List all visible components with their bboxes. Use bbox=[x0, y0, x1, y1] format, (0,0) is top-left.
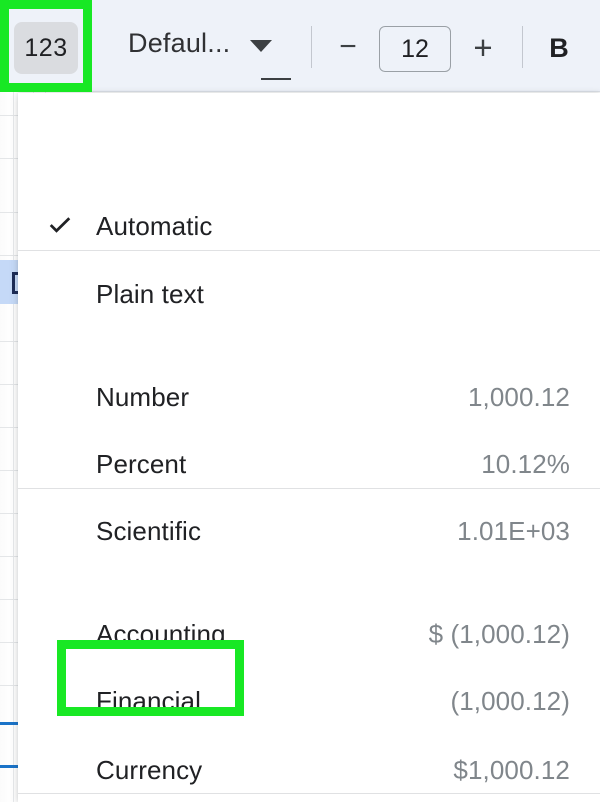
menu-item-label: Automatic bbox=[96, 211, 213, 242]
menu-item-accounting[interactable]: Accounting $ (1,000.12) bbox=[18, 606, 600, 662]
toolbar-divider bbox=[522, 26, 523, 68]
menu-item-number[interactable]: Number 1,000.12 bbox=[18, 369, 600, 425]
menu-item-example: 1,000.12 bbox=[468, 382, 570, 413]
menu-item-example: $ (1,000.12) bbox=[429, 619, 570, 650]
menu-item-label: Accounting bbox=[96, 619, 226, 650]
toolbar-bottom-edge bbox=[0, 91, 600, 92]
menu-item-plain-text[interactable]: Plain text bbox=[18, 266, 600, 322]
menu-divider bbox=[18, 793, 600, 794]
menu-item-currency[interactable]: Currency $1,000.12 bbox=[18, 742, 600, 798]
menu-item-percent[interactable]: Percent 10.12% bbox=[18, 436, 600, 492]
row-header-gutter bbox=[0, 92, 12, 802]
chevron-down-icon bbox=[250, 40, 272, 52]
menu-item-label: Percent bbox=[96, 449, 186, 480]
number-format-button[interactable]: 123 bbox=[14, 22, 78, 74]
menu-item-label: Currency bbox=[96, 755, 202, 786]
increase-font-size-button[interactable]: + bbox=[465, 32, 501, 62]
menu-item-financial[interactable]: Financial (1,000.12) bbox=[18, 673, 600, 729]
font-picker-underline bbox=[261, 78, 291, 80]
number-format-menu: Automatic Plain text Number 1,000.12 Per… bbox=[18, 93, 600, 802]
font-family-label: Defaul... bbox=[128, 28, 230, 59]
toolbar-divider bbox=[311, 26, 312, 68]
menu-divider bbox=[18, 250, 600, 251]
font-size-input[interactable]: 12 bbox=[379, 26, 451, 72]
toolbar: 123 Defaul... − 12 + B bbox=[0, 0, 600, 92]
menu-item-automatic[interactable]: Automatic bbox=[18, 198, 600, 254]
menu-item-label: Number bbox=[96, 382, 189, 413]
font-family-picker[interactable]: Defaul... bbox=[128, 28, 272, 59]
menu-item-label: Financial bbox=[96, 686, 201, 717]
menu-item-label: Scientific bbox=[96, 516, 201, 547]
bold-button[interactable]: B bbox=[542, 30, 576, 66]
menu-item-example: (1,000.12) bbox=[450, 686, 570, 717]
menu-item-label: Plain text bbox=[96, 279, 204, 310]
sheet-column-line bbox=[13, 92, 14, 802]
menu-item-example: 10.12% bbox=[481, 449, 570, 480]
menu-item-scientific[interactable]: Scientific 1.01E+03 bbox=[18, 503, 600, 559]
check-icon bbox=[45, 211, 75, 241]
decrease-font-size-button[interactable]: − bbox=[330, 34, 366, 60]
menu-item-example: 1.01E+03 bbox=[457, 516, 570, 547]
menu-divider bbox=[18, 488, 600, 489]
menu-item-example: $1,000.12 bbox=[453, 755, 570, 786]
